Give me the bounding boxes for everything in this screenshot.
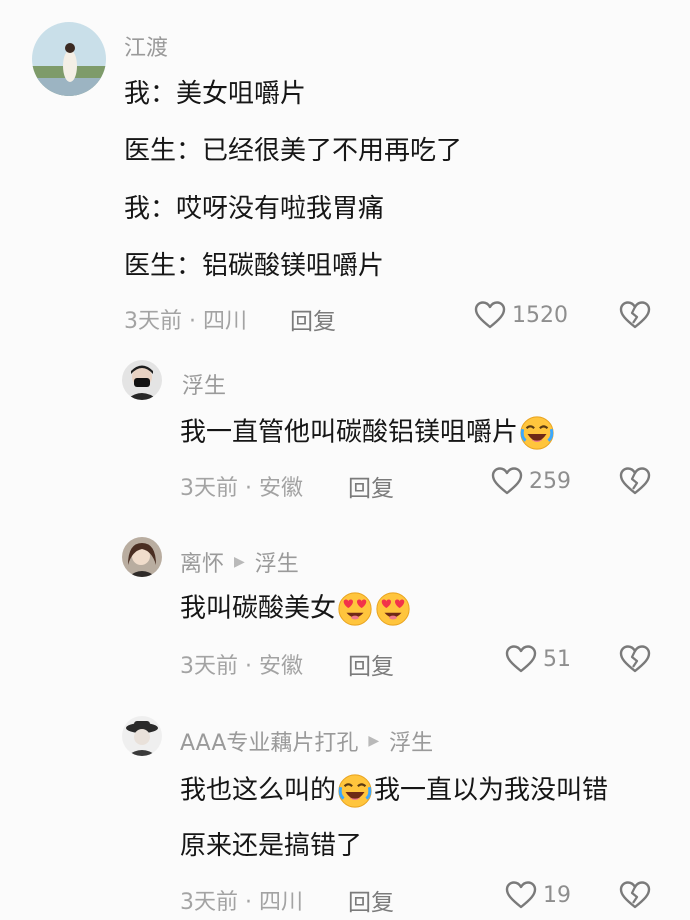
timestamp-location: 3天前 · 安徽 <box>180 654 303 679</box>
comment-text: 我叫碳酸美女 <box>180 590 412 628</box>
reply-header: 离怀 ▶ 浮生 <box>180 546 299 578</box>
avatar[interactable] <box>32 22 106 96</box>
comment-line: 原来还是搞错了 <box>180 831 363 861</box>
comment-text-content: 我叫碳酸美女 <box>180 593 337 624</box>
comment-line: 我：哎呀没有啦我胃痛 <box>124 194 385 224</box>
heart-icon <box>491 466 523 496</box>
username[interactable]: 离怀 <box>180 546 224 578</box>
comment-text: 我也这么叫的 我一直以为我没叫错 <box>180 772 608 810</box>
comment-text-content: 我一直以为我没叫错 <box>374 775 609 806</box>
reply-button[interactable]: 回复 <box>290 302 336 336</box>
broken-heart-icon <box>619 644 651 674</box>
comment-line: 医生：已经很美了不用再吃了 <box>124 136 463 166</box>
username[interactable]: 江渡 <box>124 30 168 62</box>
avatar[interactable] <box>122 716 162 756</box>
reply-header: AAA专业藕片打孔 ▶ 浮生 <box>180 725 433 757</box>
username[interactable]: 浮生 <box>182 368 226 400</box>
like-count: 51 <box>543 646 571 672</box>
reply-arrow-icon: ▶ <box>368 733 380 749</box>
username[interactable]: AAA专业藕片打孔 <box>180 725 358 757</box>
broken-heart-icon <box>619 300 651 330</box>
like-button[interactable]: 1520 <box>474 300 568 330</box>
laughing-crying-emoji-icon <box>336 772 374 810</box>
laughing-crying-emoji-icon <box>518 414 556 452</box>
like-count: 259 <box>529 468 571 494</box>
comment-text-content: 我也这么叫的 <box>180 775 337 806</box>
broken-heart-icon <box>619 466 651 496</box>
like-count: 1520 <box>512 302 568 328</box>
broken-heart-icon <box>619 880 651 910</box>
heart-icon <box>505 880 537 910</box>
reply-button[interactable]: 回复 <box>348 647 394 681</box>
like-count: 19 <box>543 882 571 908</box>
heart-eyes-emoji-icon <box>374 590 412 628</box>
dislike-button[interactable] <box>619 880 651 910</box>
reply-button[interactable]: 回复 <box>348 883 394 917</box>
heart-eyes-emoji-icon <box>336 590 374 628</box>
avatar[interactable] <box>122 360 162 400</box>
timestamp-location: 3天前 · 四川 <box>124 309 247 334</box>
comment-line: 医生：铝碳酸镁咀嚼片 <box>124 251 385 281</box>
heart-icon <box>474 300 506 330</box>
like-button[interactable]: 51 <box>505 644 571 674</box>
reply-arrow-icon: ▶ <box>234 554 245 570</box>
like-button[interactable]: 259 <box>491 466 571 496</box>
reply-button[interactable]: 回复 <box>348 469 394 503</box>
dislike-button[interactable] <box>619 300 651 330</box>
timestamp-location: 3天前 · 四川 <box>180 890 303 915</box>
comment-line: 我：美女咀嚼片 <box>124 79 307 109</box>
dislike-button[interactable] <box>619 644 651 674</box>
comment-text: 我一直管他叫碳酸铝镁咀嚼片 <box>180 414 556 452</box>
comment-text-content: 我一直管他叫碳酸铝镁咀嚼片 <box>180 417 519 448</box>
heart-icon <box>505 644 537 674</box>
avatar[interactable] <box>122 537 162 577</box>
timestamp-location: 3天前 · 安徽 <box>180 476 303 501</box>
reply-to-username[interactable]: 浮生 <box>255 546 299 578</box>
like-button[interactable]: 19 <box>505 880 571 910</box>
dislike-button[interactable] <box>619 466 651 496</box>
reply-to-username[interactable]: 浮生 <box>389 725 433 757</box>
